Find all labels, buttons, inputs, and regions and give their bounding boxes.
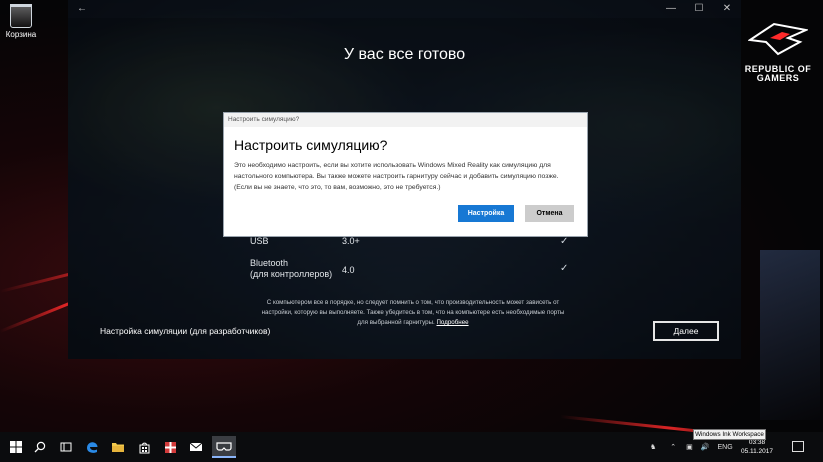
requirement-value: 4.0 <box>342 265 355 275</box>
chevron-up-icon[interactable]: ⌃ <box>670 443 676 451</box>
maximize-button[interactable]: ☐ <box>685 0 713 18</box>
cancel-button[interactable]: Отмена <box>525 205 574 222</box>
taskbar-app-mail[interactable] <box>184 436 208 458</box>
rog-eye-icon <box>747 22 810 56</box>
rog-logo: REPUBLIC OF GAMERS <box>740 20 816 83</box>
recycle-bin-desktop-icon[interactable]: Корзина <box>4 2 38 39</box>
start-button[interactable] <box>4 436 28 458</box>
taskbar-app-edge[interactable] <box>80 436 104 458</box>
keyboard-language-indicator[interactable]: ENG <box>718 444 733 451</box>
compatibility-note-text: С компьютером все в порядке, но следует … <box>261 299 565 326</box>
folder-icon <box>112 443 124 452</box>
taskbar-app-explorer[interactable] <box>106 436 130 458</box>
store-icon <box>139 442 149 453</box>
windows-ink-tooltip: Windows Ink Workspace <box>693 429 766 440</box>
window-titlebar: ← — ☐ ✕ <box>68 0 741 18</box>
compatibility-note: С компьютером все в порядке, но следует … <box>258 298 568 328</box>
rog-brand-line2: GAMERS <box>756 73 800 83</box>
search-button[interactable] <box>28 436 52 458</box>
requirement-name: Bluetooth (для контроллеров) <box>250 258 333 279</box>
developer-simulation-setup-link[interactable]: Настройка симуляции (для разработчиков) <box>100 326 270 336</box>
network-icon[interactable]: ▣ <box>686 443 693 451</box>
setup-button[interactable]: Настройка <box>458 205 514 222</box>
page-title: У вас все готово <box>343 46 466 63</box>
dialog-caption: Настроить симуляцию? <box>224 113 587 127</box>
recycle-bin-icon <box>10 4 32 28</box>
task-view-button[interactable] <box>54 436 78 458</box>
setup-simulation-dialog: Настроить симуляцию? Настроить симуляцию… <box>224 113 587 236</box>
mixed-reality-headset-icon <box>216 442 232 451</box>
action-center-icon[interactable] <box>792 441 804 452</box>
taskbar-app-store[interactable] <box>132 436 156 458</box>
check-icon: ✓ <box>560 263 569 274</box>
task-view-icon <box>60 442 72 452</box>
gift-icon <box>164 441 176 453</box>
close-button[interactable]: ✕ <box>713 0 741 18</box>
dialog-body-text: Это необходимо настроить, если вы хотите… <box>234 162 559 191</box>
edge-icon <box>87 442 98 453</box>
recycle-bin-label: Корзина <box>5 30 37 39</box>
back-button[interactable]: ← <box>68 0 96 18</box>
learn-more-link[interactable]: Подробнее <box>436 319 468 326</box>
dialog-heading: Настроить симуляцию? <box>234 137 388 153</box>
desktop-wallpaper-art <box>760 250 820 420</box>
taskbar-app-gift[interactable] <box>158 436 182 458</box>
search-icon <box>34 441 46 453</box>
taskbar-app-mixed-reality[interactable] <box>212 436 236 458</box>
requirement-value: 3.0+ <box>342 236 360 246</box>
check-icon: ✓ <box>560 236 569 247</box>
people-icon[interactable]: ♞ <box>650 443 656 451</box>
clock-date: 05.11.2017 <box>740 448 774 455</box>
requirement-name: USB <box>250 236 269 246</box>
volume-icon[interactable]: 🔊 <box>701 443 710 451</box>
taskbar-clock[interactable]: 03:38 05.11.2017 <box>733 438 781 456</box>
next-button[interactable]: Далее <box>653 321 719 341</box>
minimize-button[interactable]: — <box>657 0 685 18</box>
windows-logo-icon <box>10 441 22 453</box>
mail-icon <box>189 442 203 451</box>
